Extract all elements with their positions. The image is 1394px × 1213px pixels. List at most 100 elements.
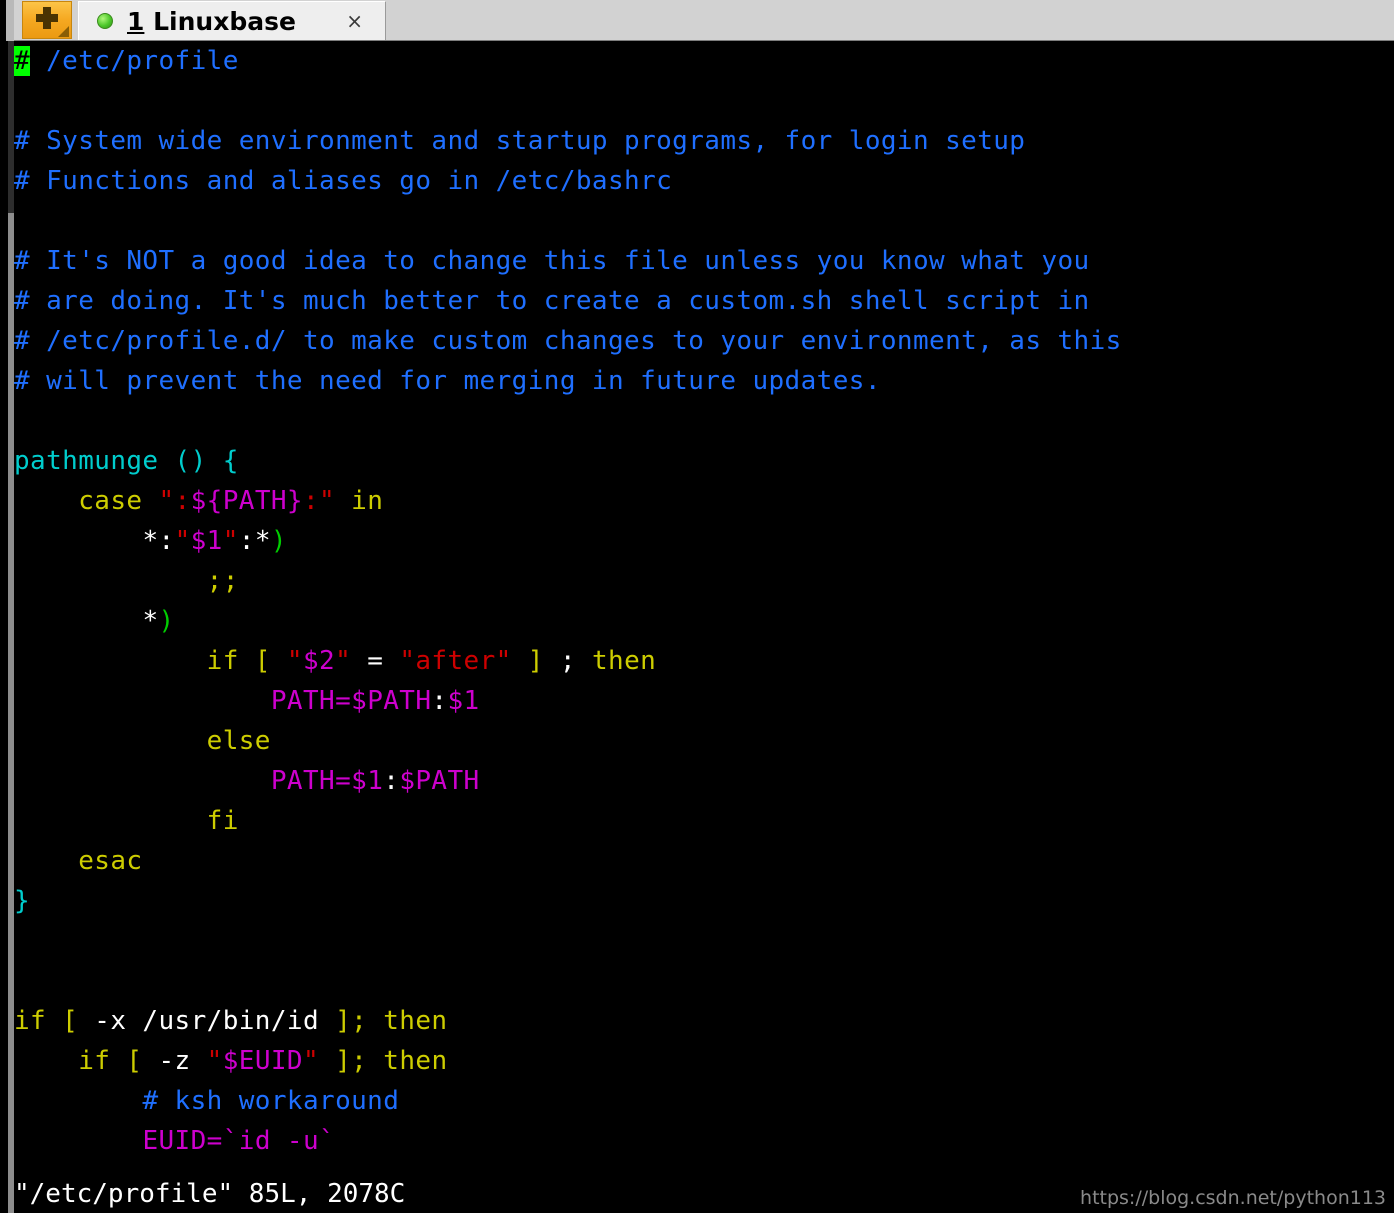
editor-line: # are doing. It's much better to create … xyxy=(14,281,1394,321)
editor-token: ]; xyxy=(335,1046,368,1076)
tab-bar-left-shade xyxy=(6,0,14,41)
editor-token: then xyxy=(383,1006,448,1036)
vim-status-line: "/etc/profile" 85L, 2078C xyxy=(14,1179,406,1209)
watermark-text: https://blog.csdn.net/python113 xyxy=(1080,1187,1386,1209)
editor-token: } xyxy=(14,886,31,916)
editor-text-area[interactable]: # /etc/profile # System wide environment… xyxy=(14,41,1394,1213)
editor-token: -z xyxy=(142,1046,207,1076)
editor-token: $PATH xyxy=(399,766,480,796)
terminal-viewport[interactable]: # /etc/profile # System wide environment… xyxy=(0,41,1394,1213)
editor-token: $2 xyxy=(302,646,336,676)
tab-bar: 1 Linuxbase × xyxy=(0,0,1394,41)
editor-token: then xyxy=(383,1046,448,1076)
new-session-button[interactable] xyxy=(22,1,72,39)
terminal-window: ⎡ ⓐ 1 Linuxbase × # /etc/profile # Syste… xyxy=(0,0,1394,1213)
editor-token xyxy=(14,846,78,876)
editor-token: if [ xyxy=(206,646,271,676)
editor-token: then xyxy=(592,646,657,676)
editor-line: if [ -z "$EUID" ]; then xyxy=(14,1041,1394,1081)
editor-token: ${PATH} xyxy=(190,486,303,516)
editor-token: # System wide environment and startup pr… xyxy=(14,126,1026,156)
editor-token: ) xyxy=(270,526,287,556)
editor-token: : xyxy=(383,766,400,796)
close-icon[interactable]: × xyxy=(346,11,363,31)
editor-token xyxy=(319,1046,335,1076)
editor-token: esac xyxy=(78,846,143,876)
editor-token: = xyxy=(351,646,400,676)
editor-token: * xyxy=(254,526,271,556)
tab-index-label: 1 xyxy=(127,6,145,36)
editor-token: $PATH xyxy=(351,686,432,716)
editor-token: ) xyxy=(158,606,175,636)
editor-token: # will prevent the need for merging in f… xyxy=(14,366,881,396)
editor-token: " xyxy=(303,1046,320,1076)
editor-token xyxy=(142,486,158,516)
tab-title: 1 Linuxbase xyxy=(127,7,296,36)
editor-line: else xyxy=(14,721,1394,761)
editor-token: fi xyxy=(206,806,239,836)
editor-token: $1 xyxy=(351,766,384,796)
tab-bar-left-edge xyxy=(0,0,14,41)
editor-line: # System wide environment and startup pr… xyxy=(14,121,1394,161)
tab-name-label: Linuxbase xyxy=(144,6,296,36)
editor-line: if [ "$2" = "after" ] ; then xyxy=(14,641,1394,681)
editor-token: * xyxy=(142,526,159,556)
editor-token xyxy=(367,1006,383,1036)
editor-token: " xyxy=(174,526,191,556)
editor-token: # Functions and aliases go in /etc/bashr… xyxy=(14,166,673,196)
editor-token: # xyxy=(14,46,31,76)
editor-token: PATH= xyxy=(270,686,352,716)
scrollbar-top-gap xyxy=(0,41,8,213)
editor-token xyxy=(14,1126,142,1156)
editor-line: # It's NOT a good idea to change this fi… xyxy=(14,241,1394,281)
editor-token: # ksh workaround xyxy=(142,1086,400,1116)
editor-token: # are doing. It's much better to create … xyxy=(14,286,1090,316)
editor-token xyxy=(14,486,78,516)
editor-token: "after" xyxy=(399,646,512,676)
editor-token: ; xyxy=(543,646,592,676)
editor-token: " xyxy=(335,646,352,676)
editor-token xyxy=(14,606,142,636)
editor-token xyxy=(512,646,528,676)
editor-token xyxy=(14,806,207,836)
editor-token: " xyxy=(222,526,239,556)
editor-token xyxy=(367,1046,383,1076)
editor-token: : xyxy=(431,686,448,716)
editor-token: * xyxy=(142,606,159,636)
editor-token xyxy=(14,686,271,716)
editor-line: PATH=$1:$PATH xyxy=(14,761,1394,801)
dropdown-triangle-icon xyxy=(58,26,69,37)
editor-token xyxy=(335,486,351,516)
editor-line: fi xyxy=(14,801,1394,841)
editor-token: if [ xyxy=(78,1046,143,1076)
editor-token xyxy=(14,526,142,556)
connection-status-icon xyxy=(97,13,113,29)
editor-token: if [ xyxy=(14,1006,79,1036)
tab-bar-empty-area xyxy=(387,1,1394,40)
editor-token: $1 xyxy=(190,526,223,556)
editor-line: pathmunge () { xyxy=(14,441,1394,481)
editor-line: *:"$1":*) xyxy=(14,521,1394,561)
editor-token: /etc/profile xyxy=(30,46,239,76)
editor-token: ] xyxy=(527,646,544,676)
editor-line: # /etc/profile xyxy=(14,41,1394,81)
editor-token: " xyxy=(286,646,303,676)
editor-token xyxy=(271,646,287,676)
session-tab-linuxbase[interactable]: 1 Linuxbase × xyxy=(78,1,386,40)
editor-line: # ksh workaround xyxy=(14,1081,1394,1121)
editor-token: $1 xyxy=(447,686,480,716)
editor-token xyxy=(14,726,207,756)
editor-token: pathmunge () { xyxy=(14,446,239,476)
editor-token: : xyxy=(158,526,175,556)
editor-token: -x /usr/bin/id xyxy=(78,1006,336,1036)
editor-token: :" xyxy=(302,486,336,516)
editor-line: if [ -x /usr/bin/id ]; then xyxy=(14,1001,1394,1041)
editor-line: } xyxy=(14,881,1394,921)
editor-token: ": xyxy=(158,486,191,516)
editor-token: " xyxy=(206,1046,223,1076)
